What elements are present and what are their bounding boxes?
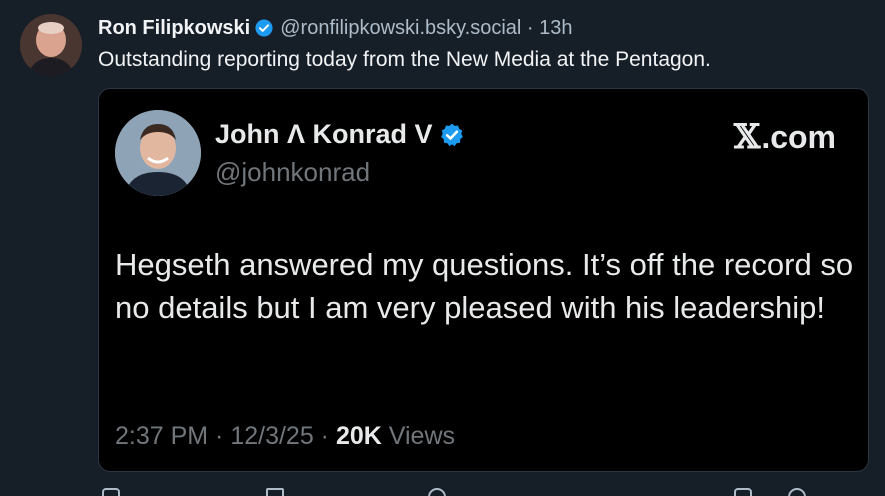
repost-icon[interactable]	[266, 488, 284, 496]
embed-views-count: 20K	[335, 422, 382, 450]
author-avatar[interactable]	[20, 14, 82, 76]
author-name[interactable]: Ron Filipkowski	[98, 17, 250, 40]
embed-author-name: John Λ Konrad V	[215, 119, 433, 149]
post-text: Outstanding reporting today from the New…	[98, 48, 711, 71]
share-icon[interactable]	[788, 488, 806, 496]
embed-timestamp: 2:37 PM · 12/3/25 ·	[115, 422, 336, 450]
x-com-logo: 𝕏 .com	[734, 117, 836, 157]
embed-views-label: Views	[381, 422, 456, 450]
embed-meta: 2:37 PM · 12/3/25 · 20K Views	[115, 422, 455, 451]
reply-icon[interactable]	[102, 488, 120, 496]
action-bar	[98, 488, 818, 496]
embedded-image[interactable]: John Λ Konrad V @johnkonrad 𝕏 .com Hegse…	[98, 88, 869, 472]
embed-author-handle: @johnkonrad	[215, 157, 371, 187]
embed-name-row: John Λ Konrad V	[215, 119, 465, 150]
embed-author-avatar	[115, 110, 201, 196]
like-icon[interactable]	[428, 488, 446, 496]
bookmark-icon[interactable]	[734, 488, 752, 496]
embed-tweet-text: Hegseth answered my questions. It’s off …	[115, 247, 854, 325]
x-com-suffix: .com	[761, 118, 836, 155]
author-handle-time[interactable]: @ronfilipkowski.bsky.social · 13h	[280, 17, 572, 40]
verified-badge-icon	[440, 123, 463, 146]
x-logo-icon: 𝕏	[733, 117, 761, 157]
post: Ron Filipkowski @ronfilipkowski.bsky.soc…	[0, 0, 885, 496]
verified-badge-icon	[255, 19, 273, 37]
post-header: Ron Filipkowski @ronfilipkowski.bsky.soc…	[98, 15, 573, 41]
